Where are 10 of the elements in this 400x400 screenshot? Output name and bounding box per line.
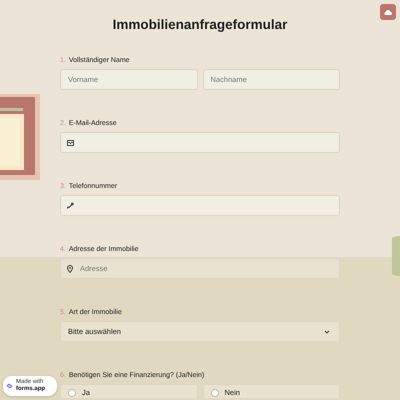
chevron-down-icon xyxy=(324,330,330,334)
form-title: Immobilienanfrageformular xyxy=(112,17,288,34)
radio-button[interactable] xyxy=(210,389,218,397)
input-field[interactable] xyxy=(60,195,340,216)
upload-button[interactable] xyxy=(380,4,396,20)
radio-button[interactable] xyxy=(68,389,76,397)
input-field[interactable] xyxy=(60,132,340,153)
logo-icon xyxy=(6,380,14,391)
circle-drawing xyxy=(392,236,400,276)
cloud-icon xyxy=(384,9,392,15)
